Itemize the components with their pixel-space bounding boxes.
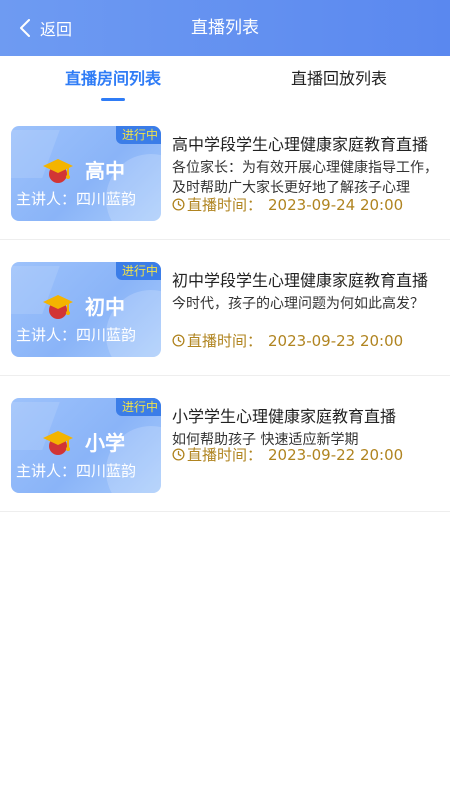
list-item[interactable]: 进行中 初中 主讲人：四川蓝韵 初中学段学生心理健康家庭教育直播 今时代，孩子的…: [0, 240, 450, 376]
item-title: 高中学段学生心理健康家庭教育直播: [172, 135, 429, 154]
back-button[interactable]: 返回: [18, 0, 72, 56]
time-value: 2023-09-22 20:00: [268, 445, 404, 464]
thumbnail: 进行中 小学 主讲人：四川蓝韵: [11, 398, 161, 493]
speaker-label: 主讲人：四川蓝韵: [16, 326, 137, 344]
item-title: 小学学生心理健康家庭教育直播: [172, 407, 397, 426]
graduation-cap-icon: [43, 295, 73, 319]
item-title: 初中学段学生心理健康家庭教育直播: [172, 271, 429, 290]
graduation-cap-icon: [43, 431, 73, 455]
clock-icon: [172, 334, 185, 347]
time-value: 2023-09-23 20:00: [268, 331, 404, 350]
speaker-label: 主讲人：四川蓝韵: [16, 462, 137, 480]
chevron-left-icon: [20, 19, 30, 37]
top-nav-bar: 返回 直播列表: [0, 0, 450, 56]
list-item[interactable]: 进行中 高中 主讲人：四川蓝韵 高中学段学生心理健康家庭教育直播 各位家长：为有…: [0, 106, 450, 240]
school-level-label: 高中: [85, 159, 125, 183]
live-room-list: 进行中 高中 主讲人：四川蓝韵 高中学段学生心理健康家庭教育直播 各位家长：为有…: [0, 106, 450, 512]
time-value: 2023-09-24 20:00: [268, 195, 404, 214]
time-label: 直播时间：: [187, 332, 263, 350]
back-label: 返回: [40, 20, 73, 39]
clock-icon: [172, 198, 185, 211]
speaker-label: 主讲人：四川蓝韵: [16, 190, 137, 208]
status-badge: 进行中: [115, 398, 161, 416]
item-description: 今时代，孩子的心理问题为何如此高发？: [172, 296, 424, 312]
school-level-label: 初中: [85, 295, 125, 319]
broadcast-time: 直播时间： 2023-09-23 20:00: [172, 330, 403, 351]
item-description: 各位家长：为有效开展心理健康指导工作，及时帮助广大家长更好地了解孩子心理: [172, 160, 438, 196]
item-info: 初中学段学生心理健康家庭教育直播 今时代，孩子的心理问题为何如此高发？: [172, 270, 440, 314]
broadcast-time: 直播时间： 2023-09-22 20:00: [172, 444, 403, 465]
tab-replays[interactable]: 直播回放列表: [266, 56, 412, 106]
status-badge: 进行中: [115, 126, 161, 144]
item-info: 高中学段学生心理健康家庭教育直播 各位家长：为有效开展心理健康指导工作，及时帮助…: [172, 134, 440, 198]
thumbnail: 进行中 高中 主讲人：四川蓝韵: [11, 126, 161, 221]
tab-bar: 直播房间列表 直播回放列表: [0, 56, 450, 106]
clock-icon: [172, 448, 185, 461]
list-item[interactable]: 进行中 小学 主讲人：四川蓝韵 小学学生心理健康家庭教育直播 如何帮助孩子 快速…: [0, 376, 450, 512]
graduation-cap-icon: [43, 159, 73, 183]
status-badge: 进行中: [115, 262, 161, 280]
broadcast-time: 直播时间： 2023-09-24 20:00: [172, 194, 403, 215]
school-level-label: 小学: [85, 431, 125, 455]
time-label: 直播时间：: [187, 196, 263, 214]
time-label: 直播时间：: [187, 446, 263, 464]
active-tab-indicator: [101, 98, 125, 101]
thumbnail: 进行中 初中 主讲人：四川蓝韵: [11, 262, 161, 357]
